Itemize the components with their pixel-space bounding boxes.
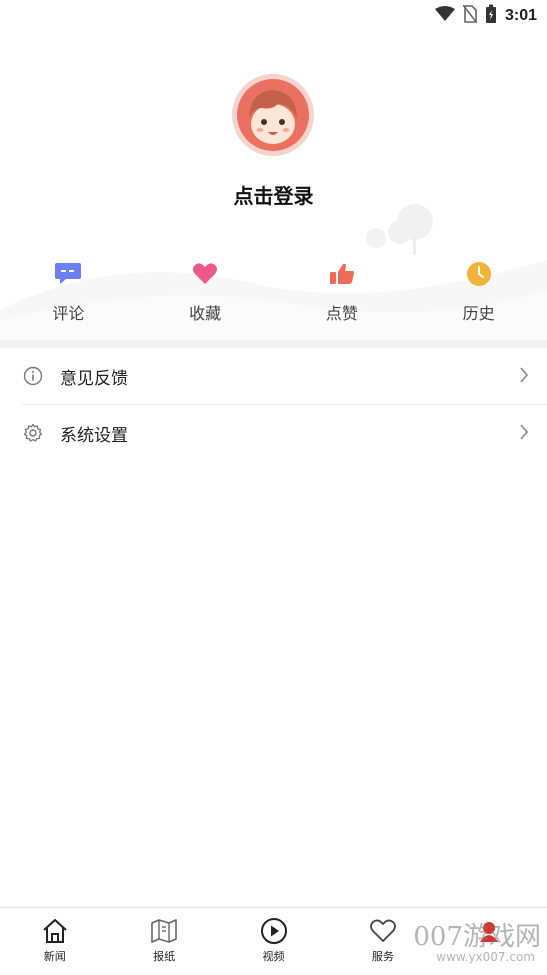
action-like[interactable]: 点赞 (274, 260, 411, 330)
action-history[interactable]: 历史 (410, 260, 547, 330)
watermark-text: 007游戏网 (413, 922, 541, 952)
menu-item-settings[interactable]: 系统设置 (0, 405, 547, 461)
info-icon (22, 365, 44, 387)
avatar[interactable] (232, 74, 314, 156)
profile-header: 点击登录 评论 收藏 点赞 历史 (0, 30, 547, 340)
battery-charging-icon (485, 4, 497, 28)
action-label: 评论 (52, 304, 85, 323)
action-favorite[interactable]: 收藏 (137, 260, 274, 330)
play-icon (259, 916, 289, 946)
menu-item-label: 意见反馈 (60, 368, 128, 389)
action-comment[interactable]: 评论 (0, 260, 137, 330)
tab-video[interactable]: 视频 (219, 908, 328, 975)
gear-icon (22, 422, 44, 444)
thumbs-up-icon (328, 260, 356, 288)
clock-icon (465, 260, 493, 288)
section-divider (0, 340, 547, 348)
tab-label: 报纸 (153, 950, 176, 963)
menu-item-label: 系统设置 (60, 425, 128, 446)
menu-item-feedback[interactable]: 意见反馈 (0, 348, 547, 404)
newspaper-map-icon (149, 916, 179, 946)
chevron-right-icon (519, 367, 529, 387)
login-button[interactable]: 点击登录 (0, 180, 547, 209)
status-bar: 3:01 (0, 0, 547, 30)
tab-newspaper[interactable]: 报纸 (109, 908, 218, 975)
tab-label: 服务 (371, 950, 394, 963)
comment-icon (54, 260, 82, 288)
quick-actions: 评论 收藏 点赞 历史 (0, 260, 547, 330)
heart-icon (191, 260, 219, 288)
home-icon (40, 916, 70, 946)
settings-menu: 意见反馈 系统设置 (0, 348, 547, 461)
tab-news[interactable]: 新闻 (0, 908, 109, 975)
tab-label: 视频 (262, 950, 285, 963)
watermark-url: www.yx007.com (436, 950, 535, 964)
status-time: 3:01 (504, 7, 537, 24)
chevron-right-icon (519, 424, 529, 444)
tab-label: 新闻 (43, 950, 66, 963)
action-label: 历史 (462, 304, 495, 323)
action-label: 点赞 (325, 304, 358, 323)
status-icons: 3:01 (434, 4, 537, 28)
cartoon-avatar-icon (232, 74, 314, 156)
action-label: 收藏 (189, 304, 222, 323)
no-sim-icon (462, 4, 478, 27)
heart-outline-icon (368, 916, 398, 946)
wifi-icon (434, 6, 455, 26)
